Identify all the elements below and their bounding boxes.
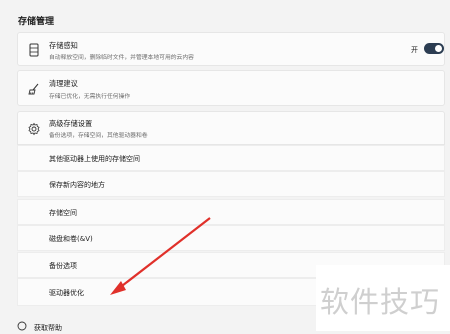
storage-drive-icon <box>29 43 39 57</box>
advanced-subtitle: 备份选项，存储空间，其他驱动器和卷 <box>49 133 148 139</box>
section-title: 存储管理 <box>18 17 55 27</box>
cleanup-title: 清理建议 <box>49 79 78 88</box>
sub-item-save-location[interactable]: 保存新内容的地方 <box>17 171 445 197</box>
sub-item-label: 驱动器优化 <box>49 289 84 297</box>
toggle-knob <box>435 45 442 52</box>
gear-icon <box>28 122 40 136</box>
broom-icon <box>28 83 39 95</box>
sub-item-storage-spaces[interactable]: 存储空间 <box>17 199 445 225</box>
sub-item-label: 存储空间 <box>49 209 77 217</box>
help-icon <box>17 321 27 331</box>
sub-item-label: 磁盘和卷(&V) <box>49 235 93 243</box>
watermark-text: 软件技巧 <box>320 285 441 319</box>
sub-item-label: 保存新内容的地方 <box>49 181 105 189</box>
toggle-state-label: 开 <box>411 46 418 54</box>
advanced-title: 高级存储设置 <box>49 119 93 128</box>
storage-sense-title: 存储感知 <box>49 41 78 50</box>
sub-item-disks-volumes[interactable]: 磁盘和卷(&V) <box>17 225 445 251</box>
sub-item-label: 备份选项 <box>49 262 77 270</box>
cleanup-recommendations-card[interactable]: 清理建议 存储已优化，无需执行任何操作 <box>17 70 445 106</box>
cleanup-subtitle: 存储已优化，无需执行任何操作 <box>49 94 131 100</box>
storage-sense-card[interactable]: 存储感知 自动释放空间，删除临时文件，并管理本地可用的云内容 开 <box>17 32 445 66</box>
watermark: 软件技巧 <box>316 265 450 331</box>
get-help-label: 获取帮助 <box>34 324 62 332</box>
sub-item-other-drives[interactable]: 其他驱动器上使用的存储空间 <box>17 145 445 171</box>
storage-sense-subtitle: 自动释放空间，删除临时文件，并管理本地可用的云内容 <box>49 55 194 61</box>
advanced-storage-settings-card[interactable]: 高级存储设置 备份选项，存储空间，其他驱动器和卷 <box>17 111 445 145</box>
storage-sense-toggle[interactable] <box>424 43 444 54</box>
get-help-link[interactable]: 获取帮助 <box>17 320 217 334</box>
sub-item-label: 其他驱动器上使用的存储空间 <box>49 155 140 163</box>
